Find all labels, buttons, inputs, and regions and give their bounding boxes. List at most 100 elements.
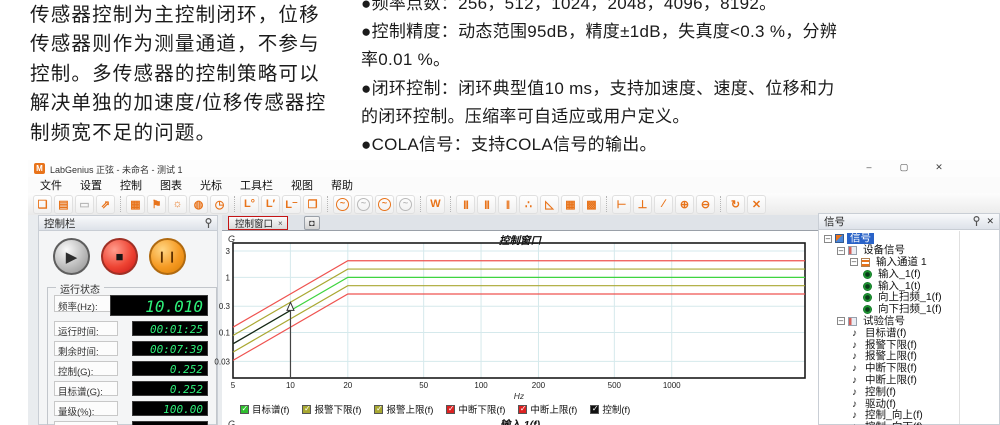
legend-checkbox-icon[interactable] <box>302 405 311 414</box>
open-file-icon[interactable]: ▭ <box>75 195 94 214</box>
status-row: 目标谱(G):0.252 <box>52 380 212 398</box>
color-grid-1-icon[interactable]: ▦ <box>561 195 580 214</box>
tree-item[interactable]: 输入通道 1 <box>822 257 999 269</box>
legend-checkbox-icon[interactable] <box>374 405 383 414</box>
svg-text:0.1: 0.1 <box>219 329 231 338</box>
menu-item-6[interactable]: 视图 <box>282 177 322 193</box>
tree-item-label: 中断上限(f) <box>862 375 920 386</box>
expander-icon[interactable] <box>824 235 832 243</box>
mic-icon: ♪ <box>850 341 859 350</box>
report-flag-icon[interactable]: ⚑ <box>147 195 166 214</box>
refresh-view-icon[interactable]: ↻ <box>726 195 745 214</box>
pin-icon[interactable] <box>205 218 212 229</box>
tree-item-label: 向上扫频_1(f) <box>875 292 945 303</box>
zoom-in-icon[interactable]: ⊕ <box>675 195 694 214</box>
menu-item-0[interactable]: 文件 <box>31 177 71 193</box>
tree-item[interactable]: ♪目标谱(f) <box>822 327 999 339</box>
slope-graph-icon[interactable]: ◺ <box>540 195 559 214</box>
legend-checkbox-icon[interactable] <box>240 405 249 414</box>
sine-signal-3-icon[interactable]: ~ <box>375 195 394 214</box>
bar-graph-3-icon[interactable]: || <box>498 195 517 214</box>
pause-button[interactable]: ❙❙ <box>149 238 186 275</box>
tree-item[interactable]: ♪控制(f) <box>822 386 999 398</box>
menu-item-5[interactable]: 工具栏 <box>231 177 282 193</box>
signal-panel-header: 信号 ✕ <box>819 214 999 230</box>
expander-icon[interactable] <box>850 258 858 266</box>
expander-icon[interactable] <box>837 247 845 255</box>
media-disc-icon[interactable]: ◍ <box>189 195 208 214</box>
svg-text:200: 200 <box>532 381 546 390</box>
zoom-out-icon[interactable]: ⊖ <box>696 195 715 214</box>
fit-screen-icon[interactable]: ✕ <box>747 195 766 214</box>
tree-item[interactable]: ♪控制_向上(f) <box>822 410 999 422</box>
doc-line: 制频宽不足的问题。 <box>30 119 360 148</box>
vertical-cursor-icon[interactable]: ⊥ <box>633 195 652 214</box>
tree-item[interactable]: ♪中断下限(f) <box>822 363 999 375</box>
expander-icon[interactable] <box>837 317 845 325</box>
channel-icon <box>861 258 870 267</box>
minimize-button[interactable]: – <box>860 162 878 175</box>
tree-item[interactable]: 向下扫频_1(f) <box>822 304 999 316</box>
tab-close-icon[interactable]: × <box>278 219 283 228</box>
scatter-graph-icon[interactable]: ∴ <box>519 195 538 214</box>
tree-item[interactable]: 设备信号 <box>822 245 999 257</box>
profile-level-0-icon[interactable]: L° <box>240 195 259 214</box>
legend-checkbox-icon[interactable] <box>518 405 527 414</box>
toolbar-separator <box>420 196 421 212</box>
tree-item[interactable]: 向上扫频_1(f) <box>822 292 999 304</box>
bar-graph-2-icon[interactable]: ||| <box>477 195 496 214</box>
bar-graph-1-icon[interactable]: ||| <box>456 195 475 214</box>
menu-item-2[interactable]: 控制 <box>111 177 151 193</box>
hardware-device-icon[interactable]: ▦ <box>126 195 145 214</box>
menu-item-1[interactable]: 设置 <box>71 177 111 193</box>
svg-text:0.3: 0.3 <box>219 302 231 311</box>
color-grid-2-icon[interactable]: ▩ <box>582 195 601 214</box>
settings-gear-icon[interactable]: ☼ <box>168 195 187 214</box>
menu-item-3[interactable]: 图表 <box>151 177 191 193</box>
stop-button[interactable]: ■ <box>101 238 138 275</box>
legend-item: 目标谱(f) <box>240 402 289 416</box>
sine-signal-2-icon[interactable]: ~ <box>354 195 373 214</box>
maximize-button[interactable]: ▢ <box>895 162 913 175</box>
tree-item-label: 向下扫频_1(f) <box>875 304 945 315</box>
legend-checkbox-icon[interactable] <box>446 405 455 414</box>
legend-item: 报警上限(f) <box>374 402 433 416</box>
tree-item[interactable]: 信号 <box>822 233 999 245</box>
camera-icon[interactable]: ◘ <box>304 216 320 230</box>
chart-plot[interactable]: 51020501002005001000310.30.10.03 <box>233 243 805 378</box>
tree-item[interactable]: ♪中断上限(f) <box>822 375 999 387</box>
cascade-windows-icon[interactable]: ❐ <box>303 195 322 214</box>
play-button[interactable]: ▶ <box>53 238 90 275</box>
tree-item-label: 中断下限(f) <box>862 363 920 374</box>
schedule-clock-icon[interactable]: ◷ <box>210 195 229 214</box>
menu-item-7[interactable]: 帮助 <box>322 177 362 193</box>
profile-level-minus-icon[interactable]: L⁻ <box>282 195 301 214</box>
svg-text:500: 500 <box>608 381 622 390</box>
horizontal-cursor-icon[interactable]: ⊢ <box>612 195 631 214</box>
save-file-icon[interactable]: ▤ <box>54 195 73 214</box>
mic-icon: ♪ <box>850 329 859 338</box>
slope-cursor-icon[interactable]: ∕ <box>654 195 673 214</box>
toolbar-separator <box>720 196 721 212</box>
app-logo-icon: M <box>34 163 45 174</box>
tree-item[interactable]: ♪报警上限(f) <box>822 351 999 363</box>
mic-icon: ♪ <box>850 376 859 385</box>
legend-checkbox-icon[interactable] <box>590 405 599 414</box>
status-label: 量级(%): <box>54 401 118 416</box>
sine-signal-1-icon[interactable]: ~ <box>333 195 352 214</box>
close-button[interactable]: ✕ <box>930 162 948 175</box>
tree-item[interactable]: 试验信号 <box>822 316 999 328</box>
panel-close-icon[interactable]: ✕ <box>986 216 994 227</box>
tree-item[interactable]: 输入_1(f) <box>822 268 999 280</box>
export-data-icon[interactable]: ⇗ <box>96 195 115 214</box>
tab-control-window[interactable]: 控制窗口 × <box>228 216 288 230</box>
legend-label: 目标谱(f) <box>252 402 289 416</box>
pin-icon[interactable] <box>973 216 980 227</box>
mic-icon: ♪ <box>850 411 859 420</box>
status-row: 剩余时间:00:07:39 <box>52 340 212 358</box>
sine-signal-4-icon[interactable]: ~ <box>396 195 415 214</box>
profile-level-1-icon[interactable]: L′ <box>261 195 280 214</box>
window-function-icon[interactable]: W <box>426 195 445 214</box>
menu-item-4[interactable]: 光标 <box>191 177 231 193</box>
new-test-icon[interactable]: ❏ <box>33 195 52 214</box>
